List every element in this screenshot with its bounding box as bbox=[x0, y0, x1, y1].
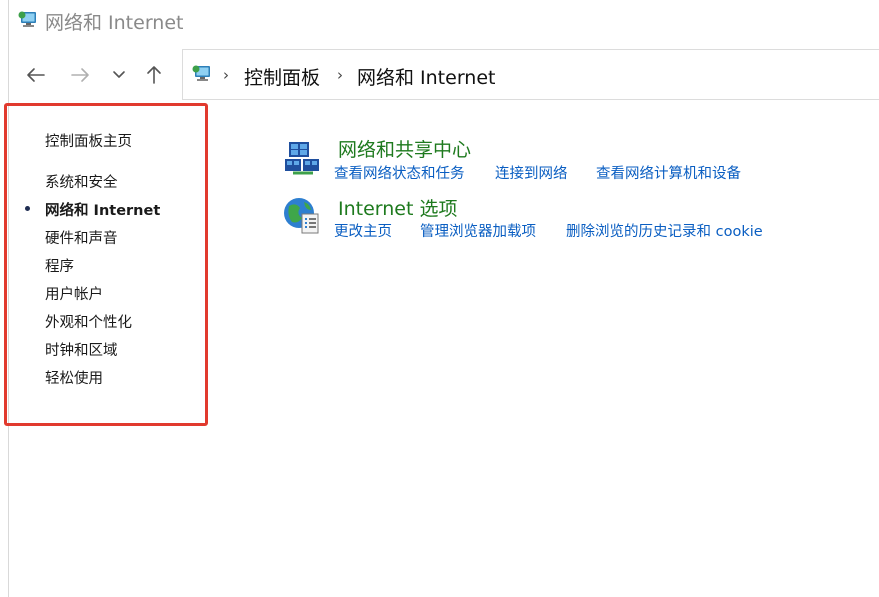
network-monitor-icon bbox=[18, 11, 36, 27]
active-bullet-icon bbox=[25, 206, 30, 211]
window-title: 网络和 Internet bbox=[45, 12, 184, 34]
link-connect-to-network[interactable]: 连接到网络 bbox=[495, 162, 568, 183]
forward-arrow-icon bbox=[71, 68, 89, 82]
up-button[interactable] bbox=[141, 62, 167, 88]
back-button[interactable] bbox=[23, 62, 49, 88]
chevron-down-icon bbox=[113, 71, 125, 78]
title-bar: 网络和 Internet bbox=[0, 0, 879, 40]
link-view-network-computers[interactable]: 查看网络计算机和设备 bbox=[596, 162, 741, 183]
up-arrow-icon bbox=[147, 66, 161, 84]
recent-locations-button[interactable] bbox=[106, 62, 132, 88]
navigation-bar: › 控制面板 › 网络和 Internet bbox=[0, 48, 879, 102]
sidebar-item-clock-region[interactable]: 时钟和区域 bbox=[45, 339, 118, 360]
breadcrumb-network-internet[interactable]: 网络和 Internet bbox=[357, 63, 495, 90]
sidebar-item-system-security[interactable]: 系统和安全 bbox=[45, 171, 118, 192]
sidebar-item-appearance[interactable]: 外观和个性化 bbox=[45, 311, 132, 332]
sidebar-item-control-panel-home[interactable]: 控制面板主页 bbox=[45, 130, 132, 151]
section-title-network-sharing-center[interactable]: 网络和共享中心 bbox=[338, 135, 471, 162]
sidebar-item-user-accounts[interactable]: 用户帐户 bbox=[45, 283, 103, 304]
link-manage-addons[interactable]: 管理浏览器加载项 bbox=[420, 220, 536, 241]
sidebar-item-hardware-sound[interactable]: 硬件和声音 bbox=[45, 227, 118, 248]
forward-button[interactable] bbox=[67, 62, 93, 88]
highlight-box bbox=[4, 103, 208, 426]
link-view-network-status[interactable]: 查看网络状态和任务 bbox=[334, 162, 465, 183]
breadcrumb-control-panel[interactable]: 控制面板 bbox=[244, 63, 320, 90]
sidebar-item-programs[interactable]: 程序 bbox=[45, 255, 74, 276]
section-title-internet-options[interactable]: Internet 选项 bbox=[338, 194, 457, 221]
breadcrumb-separator: › bbox=[337, 66, 343, 84]
link-change-homepage[interactable]: 更改主页 bbox=[334, 220, 392, 241]
breadcrumb-separator: › bbox=[223, 66, 229, 84]
network-sharing-center-icon[interactable] bbox=[283, 139, 321, 177]
link-delete-history-cookies[interactable]: 删除浏览的历史记录和 cookie bbox=[566, 220, 763, 241]
network-monitor-icon bbox=[192, 65, 210, 81]
address-bar[interactable]: › 控制面板 › 网络和 Internet bbox=[182, 49, 879, 100]
back-arrow-icon bbox=[27, 68, 45, 82]
internet-options-icon[interactable] bbox=[282, 196, 322, 236]
sidebar-item-network-internet[interactable]: 网络和 Internet bbox=[45, 199, 160, 220]
sidebar-item-ease-of-access[interactable]: 轻松使用 bbox=[45, 367, 103, 388]
